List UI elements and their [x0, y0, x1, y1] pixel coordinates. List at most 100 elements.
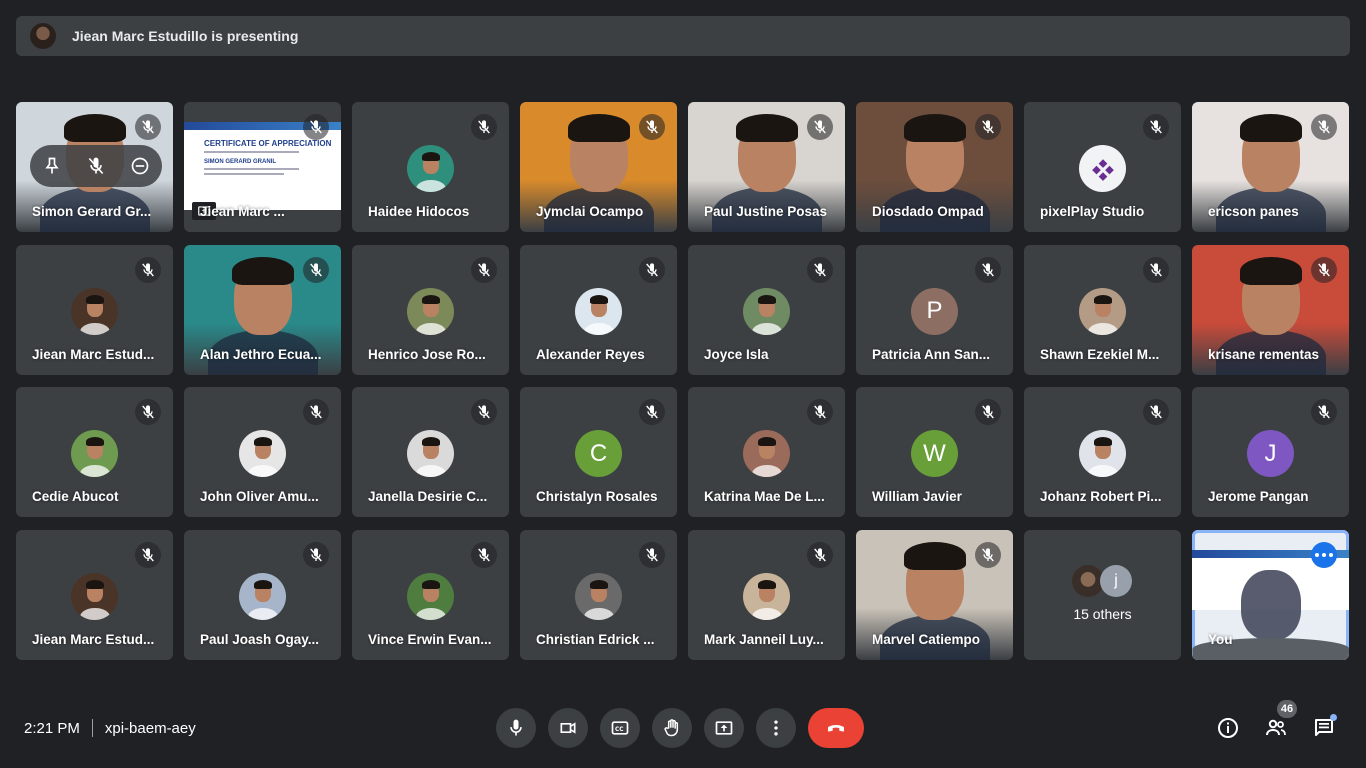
participant-tile[interactable]: Jiean Marc Estud...	[16, 529, 173, 660]
participant-name: krisane rementas	[1208, 346, 1320, 362]
avatar-body	[1087, 465, 1118, 477]
avatar-hair	[421, 152, 440, 161]
participant-grid: Simon Gerard Gr... CERTIFICATE OF APPRECI…	[16, 102, 1349, 660]
participant-tile[interactable]: Vince Erwin Evan...	[352, 529, 509, 660]
avatar-body	[751, 465, 782, 477]
participant-avatar	[743, 430, 790, 477]
participant-tile[interactable]: Marvel Catiempo	[856, 529, 1013, 660]
participant-name: Vince Erwin Evan...	[368, 631, 492, 647]
presenter-avatar	[30, 23, 56, 49]
participant-tile[interactable]: Diosdado Ompad	[856, 102, 1013, 232]
initial-letter: J	[1264, 439, 1277, 467]
participant-tile[interactable]: Paul Joash Ogay...	[184, 529, 341, 660]
avatar-body	[751, 322, 782, 335]
participant-tile[interactable]: John Oliver Amu...	[184, 387, 341, 517]
participant-tile[interactable]: Janella Desirie C...	[352, 387, 509, 517]
participant-avatar	[743, 287, 790, 335]
participant-hair	[231, 256, 294, 285]
participant-avatar	[407, 287, 454, 335]
slide-text-line	[204, 168, 299, 170]
participant-tile[interactable]: J Jerome Pangan	[1192, 387, 1349, 517]
muted-icon	[1143, 256, 1169, 283]
initial-letter: P	[926, 297, 943, 324]
participant-tile[interactable]: Christian Edrick ...	[520, 529, 677, 660]
meeting-code[interactable]: xpi-baem-aey	[105, 720, 196, 737]
participant-tile[interactable]: Mark Janneil Luy...	[688, 529, 845, 660]
remove-icon[interactable]	[130, 156, 150, 176]
participant-name: Simon Gerard Gr...	[32, 204, 152, 219]
avatar-hair	[421, 579, 440, 589]
present-now-button[interactable]	[704, 708, 744, 748]
muted-icon	[639, 256, 665, 283]
captions-button[interactable]: CC	[600, 708, 640, 748]
muted-icon	[303, 541, 329, 568]
present-icon	[715, 721, 733, 735]
participant-initial: C	[575, 430, 622, 477]
avatar-hair	[421, 294, 440, 304]
participant-tile[interactable]: Jymclai Ocampo	[520, 102, 677, 232]
participant-tile[interactable]: Henrico Jose Ro...	[352, 244, 509, 375]
participant-tile[interactable]: Johanz Robert Pi...	[1024, 387, 1181, 517]
participant-tile[interactable]: W William Javier	[856, 387, 1013, 517]
participant-hair	[1239, 256, 1302, 285]
participant-name: John Oliver Amu...	[200, 489, 319, 504]
participant-name: Christalyn Rosales	[536, 489, 658, 504]
raise-hand-button[interactable]	[652, 708, 692, 748]
participant-tile[interactable]: Alan Jethro Ecua...	[184, 244, 341, 375]
participant-tile[interactable]: krisane rementas	[1192, 244, 1349, 375]
participant-tile[interactable]: Katrina Mae De L...	[688, 387, 845, 517]
avatar-hair	[85, 437, 104, 446]
people-button[interactable]	[1262, 714, 1290, 742]
participant-tile[interactable]: Jiean Marc Estud...	[16, 244, 173, 375]
muted-icon	[135, 114, 161, 140]
others-tile[interactable]: j 15 others	[1024, 529, 1181, 660]
avatar-hair	[85, 294, 104, 304]
participant-tile[interactable]: Paul Justine Posas	[688, 102, 845, 232]
muted-icon	[1311, 114, 1337, 140]
camera-button[interactable]	[548, 708, 588, 748]
participant-name: Shawn Ezekiel M...	[1040, 346, 1160, 362]
muted-icon	[975, 541, 1001, 568]
participant-hair	[735, 114, 798, 142]
avatar-body	[79, 465, 110, 477]
mute-participant-icon[interactable]	[86, 156, 106, 176]
muted-icon	[471, 114, 497, 140]
more-options-button[interactable]	[756, 708, 796, 748]
avatar-hair	[757, 579, 776, 589]
participant-name: Jerome Pangan	[1208, 489, 1309, 504]
avatar-hair	[253, 437, 272, 446]
participant-name: You	[1208, 631, 1233, 647]
pin-icon[interactable]	[42, 156, 62, 176]
leave-call-button[interactable]	[808, 708, 864, 748]
muted-icon	[639, 541, 665, 568]
participant-tile[interactable]: C Christalyn Rosales	[520, 387, 677, 517]
self-tile[interactable]: You	[1192, 529, 1349, 660]
participant-name: Alexander Reyes	[536, 346, 645, 362]
microphone-button[interactable]	[496, 708, 536, 748]
participant-tile[interactable]: Alexander Reyes	[520, 244, 677, 375]
participant-tile[interactable]: Haidee Hidocos	[352, 102, 509, 232]
divider	[91, 719, 93, 737]
participant-tile[interactable]: Joyce Isla	[688, 244, 845, 375]
participant-hair	[567, 114, 630, 142]
participant-name: Jiean Marc ...	[200, 204, 285, 219]
participant-tile[interactable]: CERTIFICATE OF APPRECIATION SIMON GERARD …	[184, 102, 341, 232]
participant-tile[interactable]: Shawn Ezekiel M...	[1024, 244, 1181, 375]
avatar-body	[247, 607, 278, 620]
participant-tile[interactable]: pixelPlay Studio	[1024, 102, 1181, 232]
participant-avatar	[743, 572, 790, 620]
participant-tile[interactable]: Cedie Abucot	[16, 387, 173, 517]
participant-tile[interactable]: ericson panes	[1192, 102, 1349, 232]
muted-icon	[1143, 114, 1169, 140]
meeting-details-button[interactable]	[1214, 714, 1242, 742]
participant-hair	[63, 114, 126, 142]
self-options-button[interactable]	[1311, 541, 1337, 568]
participant-tile[interactable]: P Patricia Ann San...	[856, 244, 1013, 375]
participant-avatar	[575, 572, 622, 620]
presenting-banner: Jiean Marc Estudillo is presenting	[16, 16, 1350, 56]
participant-initial: P	[911, 287, 958, 335]
avatar-hair	[757, 437, 776, 446]
participant-avatar	[71, 430, 118, 477]
participant-tile[interactable]: Simon Gerard Gr...	[16, 102, 173, 232]
muted-icon	[135, 399, 161, 425]
